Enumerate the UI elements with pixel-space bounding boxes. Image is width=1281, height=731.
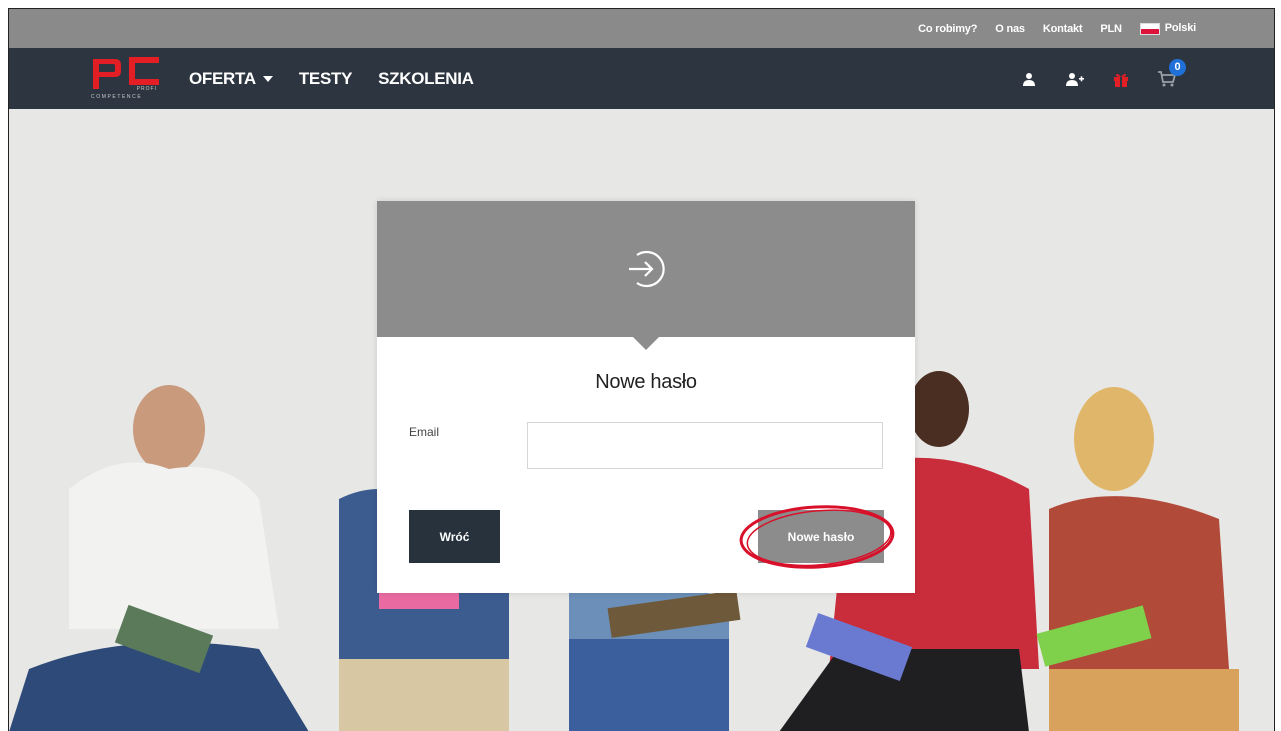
browser-frame: Co robimy? O nas Kontakt PLN Polski PROF… — [8, 8, 1275, 731]
back-button[interactable]: Wróć — [409, 510, 500, 563]
poland-flag-icon — [1139, 22, 1160, 35]
currency-selector[interactable]: PLN — [1100, 23, 1122, 35]
cart-count-badge: 0 — [1169, 58, 1186, 76]
modal-header-pointer — [632, 336, 660, 350]
main-navbar: PROFI COMPETENCE OFERTA TESTY SZKOLENIA … — [9, 48, 1274, 109]
email-label: Email — [409, 425, 440, 439]
user-icon[interactable] — [1018, 68, 1040, 90]
login-arrow-icon — [629, 250, 665, 288]
gift-icon[interactable] — [1110, 68, 1132, 90]
logo-competence-text: COMPETENCE — [91, 94, 143, 100]
top-utility-bar: Co robimy? O nas Kontakt PLN Polski — [9, 9, 1274, 48]
menu-testy[interactable]: TESTY — [299, 69, 353, 89]
modal-header — [377, 201, 915, 350]
chevron-down-icon — [262, 75, 273, 82]
nav-icon-group: 0 — [1018, 48, 1186, 109]
add-user-icon[interactable] — [1064, 68, 1086, 90]
site-logo[interactable]: PROFI COMPETENCE — [91, 55, 161, 103]
main-menu: OFERTA TESTY SZKOLENIA — [189, 48, 474, 109]
language-label: Polski — [1164, 22, 1196, 35]
new-password-button[interactable]: Nowe hasło — [758, 510, 884, 563]
new-password-modal: Nowe hasło Email Wróć Nowe hasło — [377, 201, 915, 593]
cart-icon[interactable]: 0 — [1156, 58, 1186, 90]
email-input[interactable] — [527, 422, 883, 469]
menu-szkolenia[interactable]: SZKOLENIA — [378, 69, 474, 89]
language-selector[interactable]: Polski — [1139, 22, 1196, 35]
modal-title: Nowe hasło — [595, 371, 697, 393]
menu-oferta-label: OFERTA — [189, 68, 256, 88]
link-co-robimy[interactable]: Co robimy? — [918, 23, 977, 35]
link-kontakt[interactable]: Kontakt — [1043, 23, 1083, 35]
menu-oferta[interactable]: OFERTA — [189, 69, 273, 89]
logo-profi-text: PROFI — [136, 86, 157, 92]
link-o-nas[interactable]: O nas — [995, 23, 1025, 35]
